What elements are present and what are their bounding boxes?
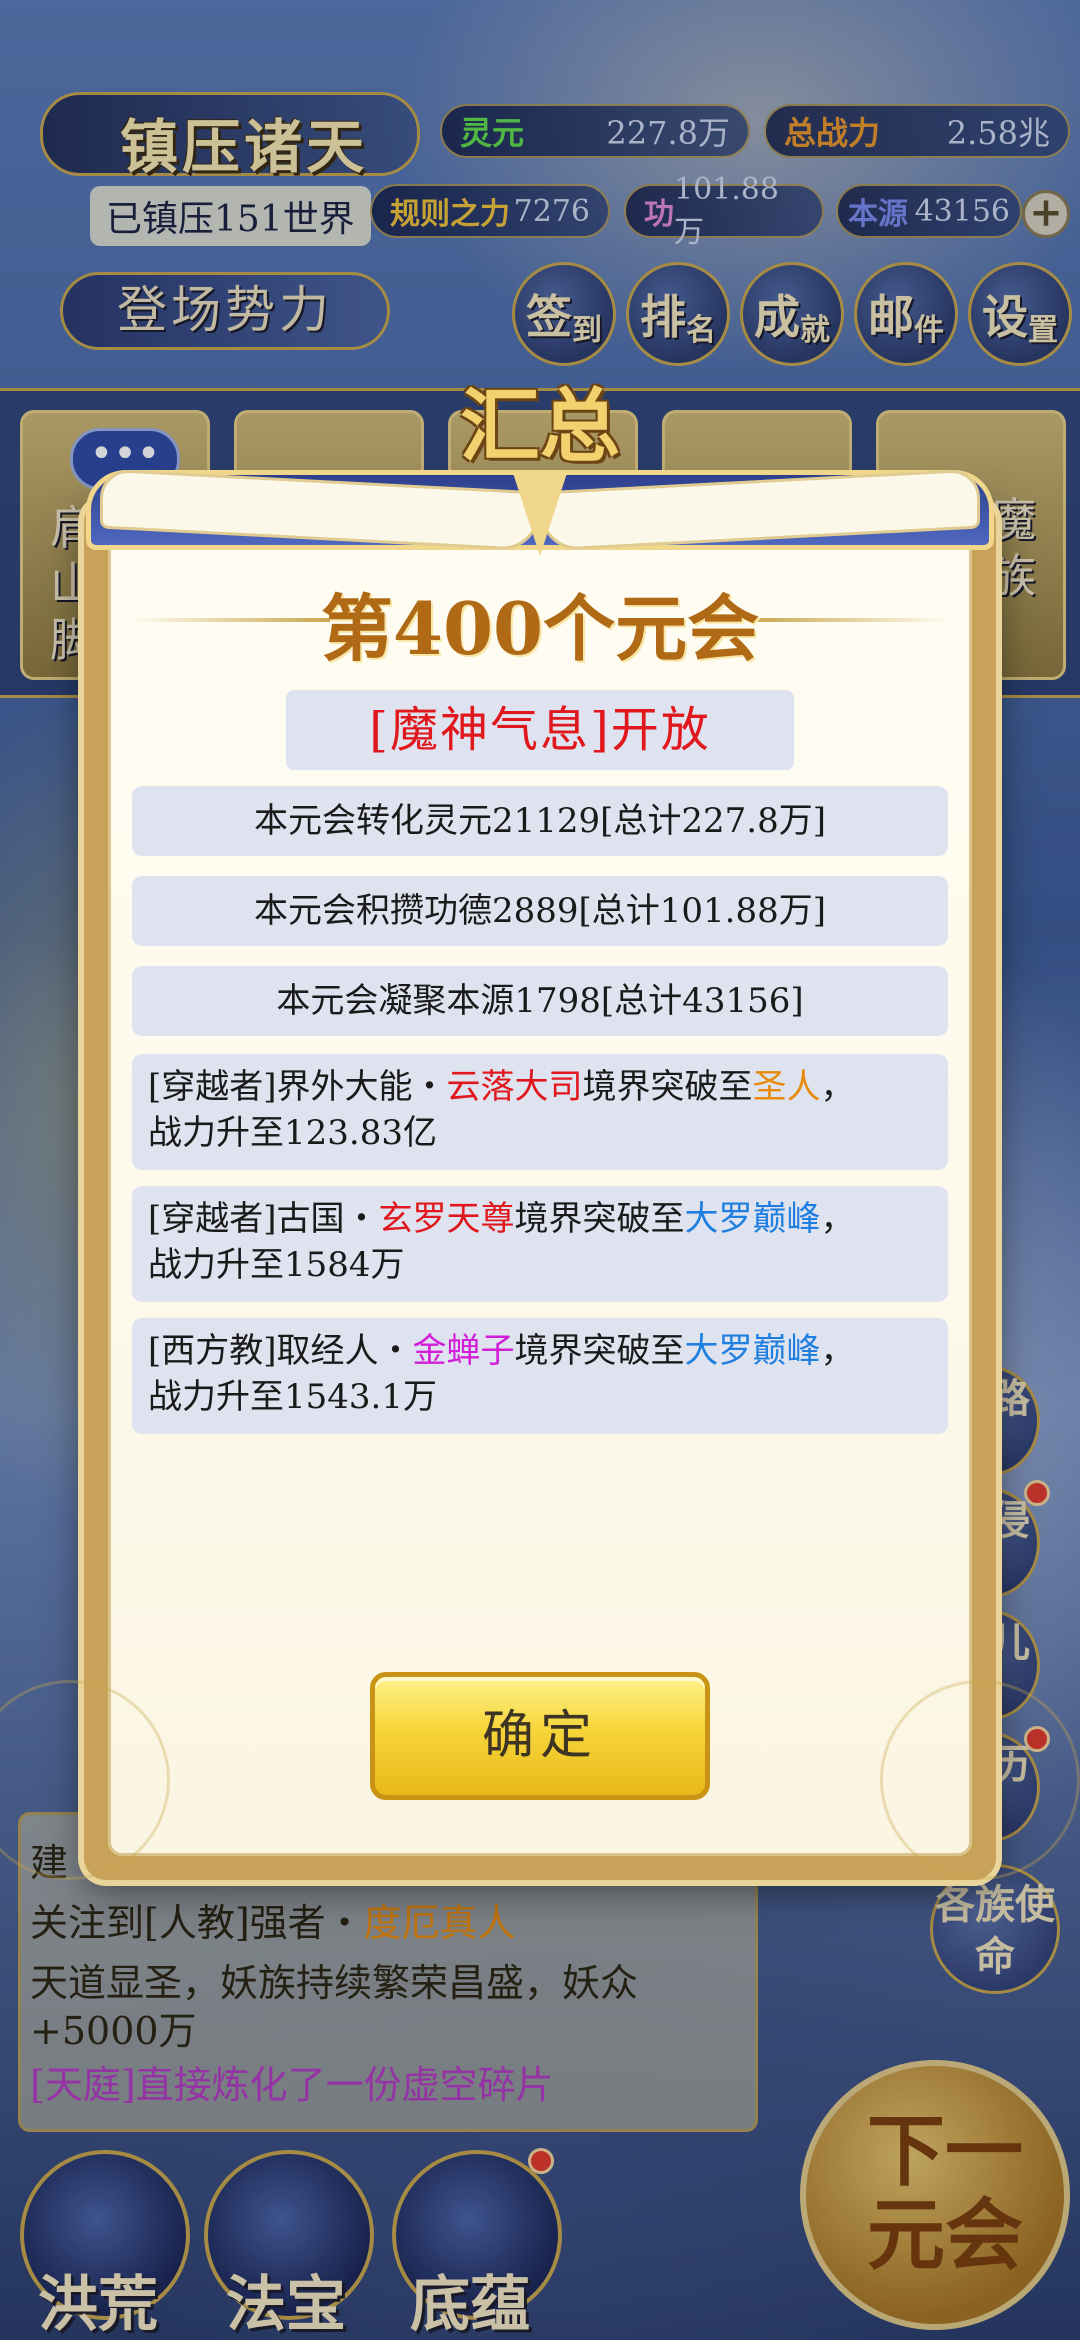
confirm-button[interactable]: 确定 [370, 1672, 710, 1800]
news-name: 金蝉子 [412, 1331, 515, 1371]
corner-ornament [880, 1680, 1080, 1880]
news-prefix: [西方教]取经人・ [148, 1331, 413, 1371]
era-title: 第400个元会 [320, 586, 760, 671]
news-prefix: [穿越者]界外大能・ [148, 1067, 447, 1107]
news-realm: 圣人 [752, 1067, 821, 1107]
news-line: 战力升至1543.1万 [148, 1377, 437, 1417]
event-banner: [魔神气息]开放 [286, 690, 794, 770]
news-line: 战力升至123.83亿 [148, 1113, 437, 1153]
news-line: [穿越者]界外大能・云落大司境界突破至圣人， [148, 1064, 932, 1110]
dialog-header: 汇总 [460, 379, 620, 473]
news-line: [西方教]取经人・金蝉子境界突破至大罗巅峰， [148, 1328, 932, 1374]
summary-row: 本元会积攒功德2889[总计101.88万] [132, 876, 948, 946]
news-row: [穿越者]界外大能・云落大司境界突破至圣人， 战力升至123.83亿 [132, 1054, 948, 1170]
news-line: 战力升至1584万 [148, 1245, 405, 1285]
news-prefix: [穿越者]古国・ [148, 1199, 379, 1239]
summary-row: 本元会转化灵元21129[总计227.8万] [132, 786, 948, 856]
summary-row: 本元会凝聚本源1798[总计43156] [132, 966, 948, 1036]
news-suffix: ， [820, 1067, 855, 1107]
news-name: 玄罗天尊 [378, 1199, 515, 1239]
news-row: [西方教]取经人・金蝉子境界突破至大罗巅峰， 战力升至1543.1万 [132, 1318, 948, 1434]
news-suffix: ， [820, 1199, 855, 1239]
news-realm: 大罗巅峰 [684, 1199, 821, 1239]
news-row: [穿越者]古国・玄罗天尊境界突破至大罗巅峰， 战力升至1584万 [132, 1186, 948, 1302]
news-name: 云落大司 [446, 1067, 583, 1107]
news-mid: 境界突破至 [582, 1067, 753, 1107]
news-mid: 境界突破至 [514, 1199, 685, 1239]
news-realm: 大罗巅峰 [684, 1331, 821, 1371]
news-mid: 境界突破至 [514, 1331, 685, 1371]
news-line: [穿越者]古国・玄罗天尊境界突破至大罗巅峰， [148, 1196, 932, 1242]
news-suffix: ， [820, 1331, 855, 1371]
